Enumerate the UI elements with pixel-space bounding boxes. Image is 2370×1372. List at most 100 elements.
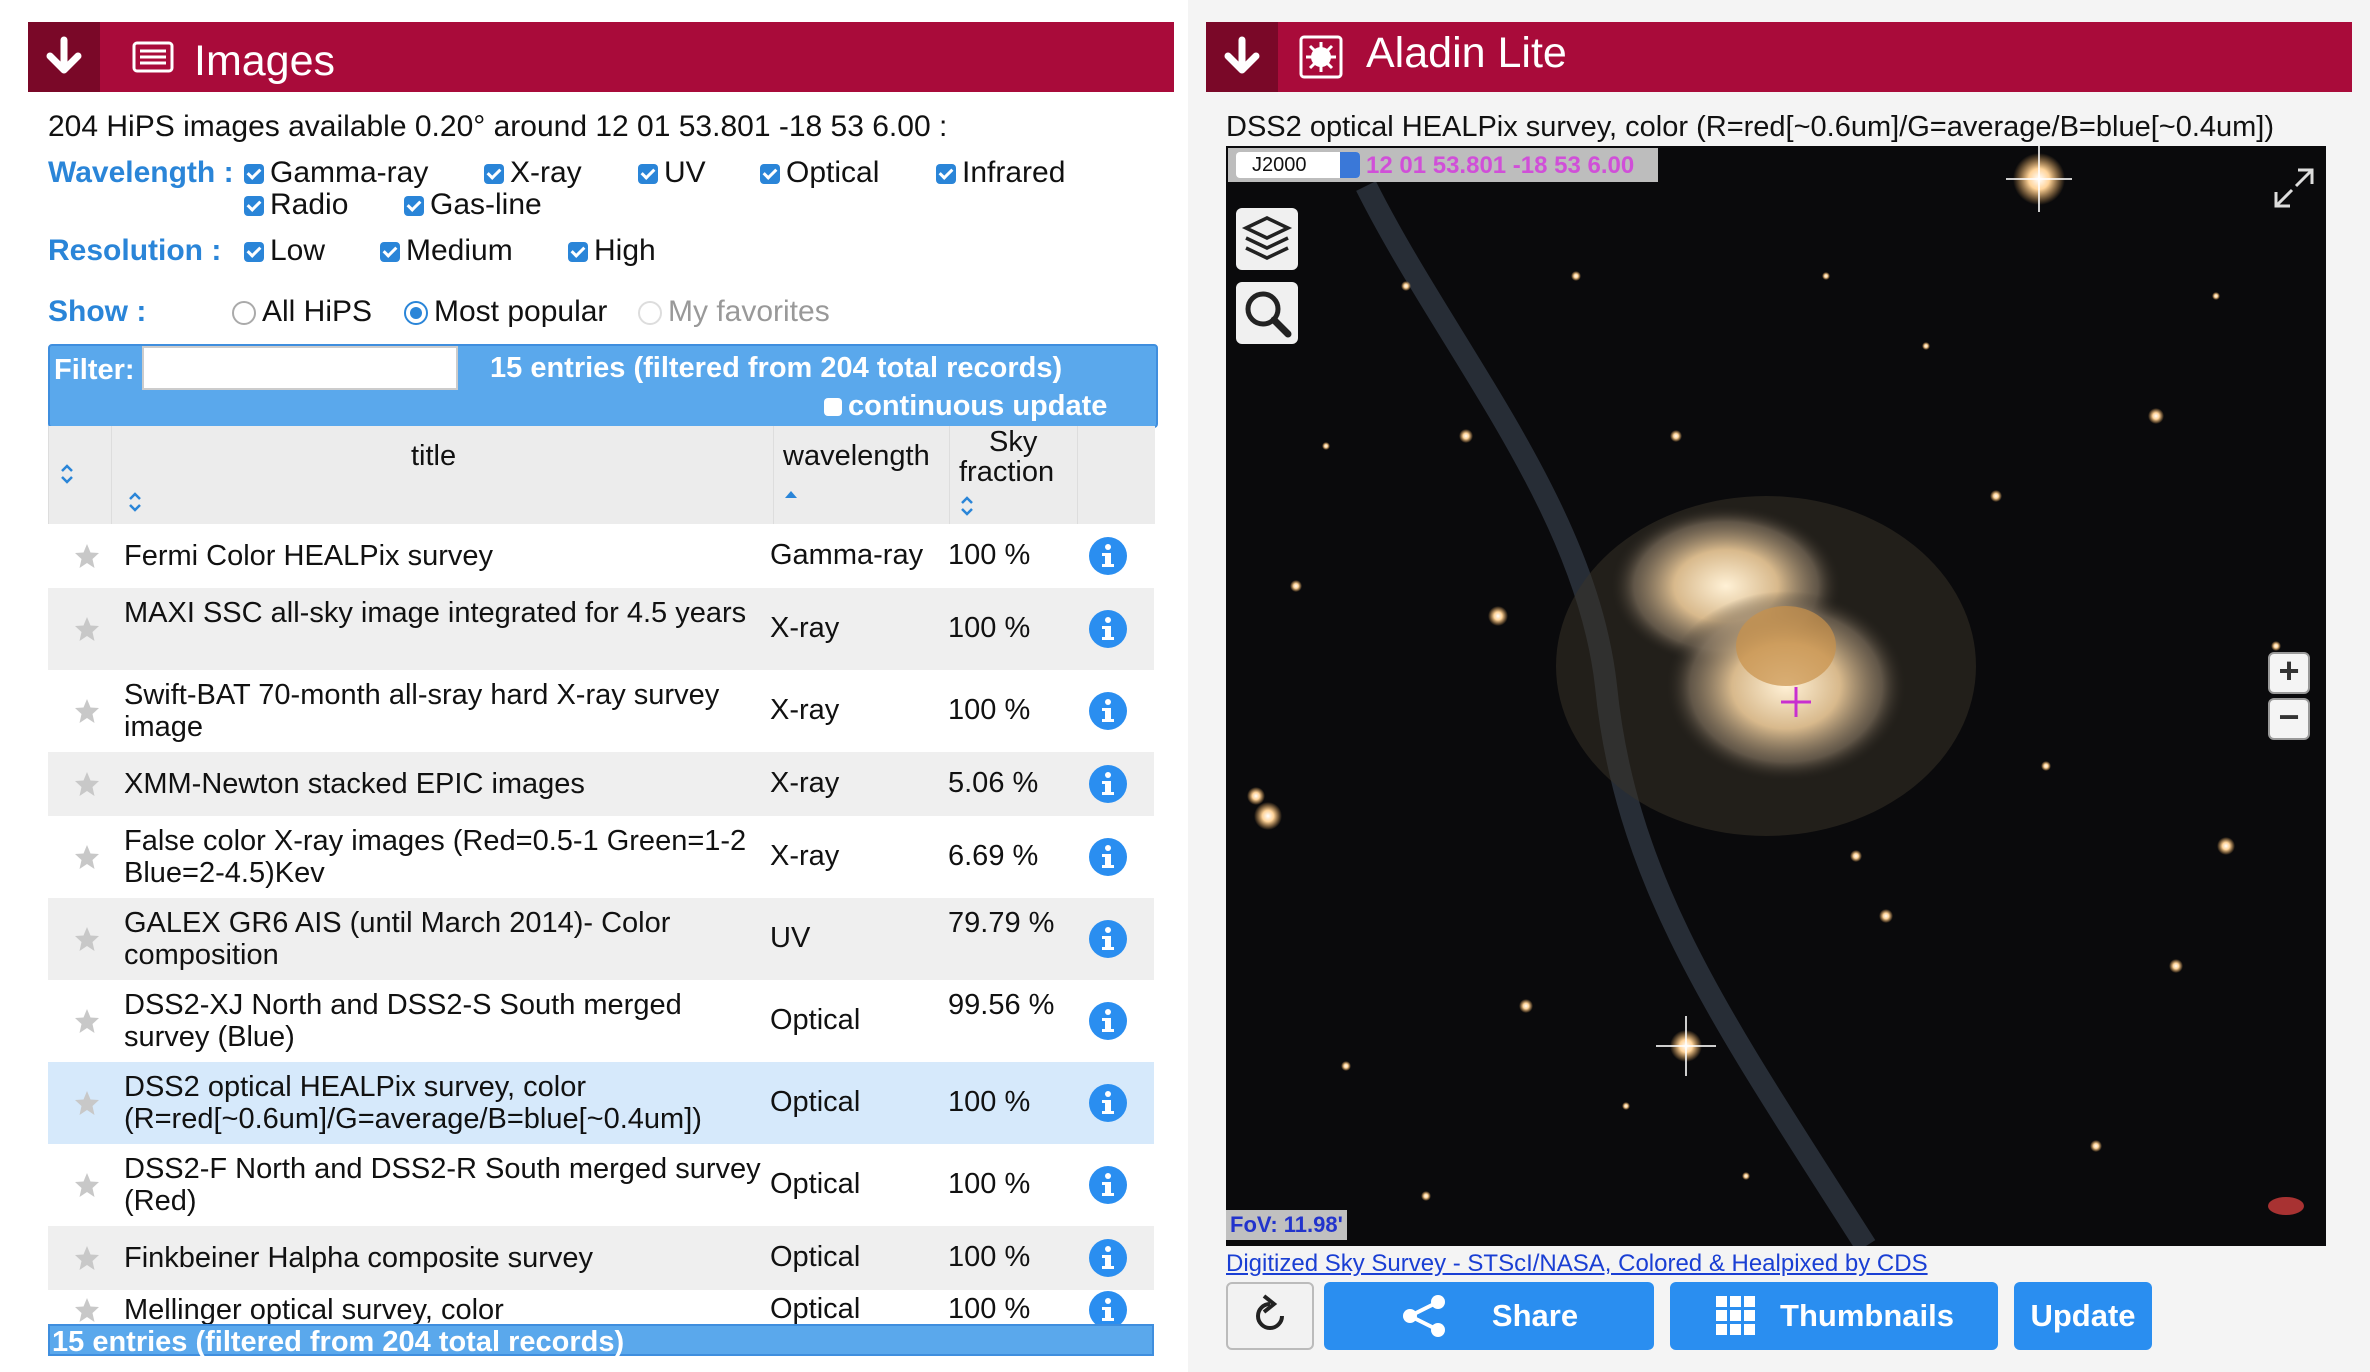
wl-gamma-checkbox[interactable]: Gamma-ray [244, 156, 428, 190]
row-title: DSS2 optical HEALPix survey, color (R=re… [124, 1071, 702, 1135]
filter-label: Filter: [54, 354, 135, 386]
col-fraction-label: fraction [959, 456, 1055, 488]
layers-button[interactable] [1236, 208, 1298, 270]
wl-gasline-checkbox[interactable]: Gas-line [404, 188, 542, 222]
info-icon[interactable] [1088, 1165, 1128, 1205]
continuous-update-checkbox[interactable]: continuous update [824, 390, 1107, 423]
table-row[interactable]: Swift-BAT 70-month all-sray hard X-ray s… [48, 670, 1154, 752]
update-button[interactable]: Update [2014, 1282, 2152, 1350]
thumbnails-button[interactable]: Thumbnails [1670, 1282, 1998, 1350]
images-header: Images [28, 22, 1174, 92]
zoom-in-button[interactable]: + [2268, 652, 2310, 694]
checkbox-checked-icon [244, 196, 264, 216]
images-panel: Images 204 HiPS images available 0.20° a… [0, 0, 1188, 1372]
wl-uv-checkbox[interactable]: UV [638, 156, 706, 190]
survey-credit-link[interactable]: Digitized Sky Survey - STScI/NASA, Color… [1226, 1250, 1928, 1278]
info-icon[interactable] [1088, 1290, 1128, 1328]
star-icon[interactable] [74, 1090, 100, 1116]
table-row[interactable]: Mellinger optical survey, color Optical 10… [48, 1290, 1154, 1328]
fullscreen-icon[interactable] [2272, 166, 2316, 210]
row-sky-fraction: 99.56 % [948, 989, 1055, 1021]
info-icon[interactable] [1088, 1001, 1128, 1041]
info-icon[interactable] [1088, 691, 1128, 731]
row-sky-fraction: 100 % [948, 1241, 1031, 1273]
table-row[interactable]: DSS2-XJ North and DSS2-S South merged su… [48, 980, 1154, 1062]
star-icon[interactable] [74, 698, 100, 724]
table-row[interactable]: GALEX GR6 AIS (until March 2014)- Color … [48, 898, 1154, 980]
table-row[interactable]: Finkbeiner Halpha composite survey Optica… [48, 1226, 1154, 1290]
images-table-body: Fermi Color HEALPix survey Gamma-ray 100 %… [48, 524, 1154, 1328]
col-fav-header[interactable] [49, 426, 112, 524]
aladin-logo-mark [2268, 1197, 2304, 1215]
wl-xray-checkbox[interactable]: X-ray [484, 156, 582, 190]
row-title: XMM-Newton stacked EPIC images [124, 768, 585, 800]
info-icon[interactable] [1088, 1238, 1128, 1278]
star-icon[interactable] [74, 771, 100, 797]
checkbox-checked-icon [568, 242, 588, 262]
col-wavelength-header[interactable]: wavelength [773, 426, 950, 524]
star-icon[interactable] [74, 543, 100, 569]
frame-select[interactable]: J2000 [1236, 152, 1360, 178]
info-icon[interactable] [1088, 764, 1128, 804]
share-icon [1402, 1295, 1445, 1337]
show-popular-radio[interactable]: Most popular [404, 295, 607, 329]
collapse-button[interactable] [1206, 22, 1278, 92]
star-icon[interactable] [74, 1008, 100, 1034]
sort-icon [961, 496, 973, 516]
col-title-header[interactable]: title [111, 426, 774, 524]
info-icon[interactable] [1088, 1083, 1128, 1123]
show-favorites-radio[interactable]: My favorites [638, 295, 830, 329]
star-icon[interactable] [74, 616, 100, 642]
wavelength-label: Wavelength : [48, 156, 234, 189]
search-button[interactable] [1236, 282, 1298, 344]
radio-selected-icon [404, 301, 428, 325]
coord-readout[interactable]: 12 01 53.801 -18 53 6.00 [1366, 152, 1634, 180]
info-icon[interactable] [1088, 609, 1128, 649]
star-icon[interactable] [74, 1172, 100, 1198]
star-icon[interactable] [74, 1297, 100, 1323]
table-row[interactable]: DSS2-F North and DSS2-R South merged sur… [48, 1144, 1154, 1226]
table-row[interactable]: MAXI SSC all-sky image integrated for 4.… [48, 588, 1154, 670]
sky-image [1247, 146, 2304, 1246]
row-title: Mellinger optical survey, color [124, 1294, 504, 1326]
table-row[interactable]: XMM-Newton stacked EPIC images X-ray 5.06 … [48, 752, 1154, 816]
star-icon[interactable] [74, 844, 100, 870]
wl-infrared-checkbox[interactable]: Infrared [936, 156, 1065, 190]
star-icon[interactable] [74, 1245, 100, 1271]
checkbox-checked-icon [638, 164, 658, 184]
row-title: Swift-BAT 70-month all-sray hard X-ray s… [124, 679, 720, 743]
sort-asc-icon [785, 491, 797, 498]
row-sky-fraction: 100 % [948, 539, 1031, 571]
show-all-radio[interactable]: All HiPS [232, 295, 372, 329]
aladin-logo-icon [1299, 35, 1343, 79]
zoom-out-button[interactable]: − [2268, 698, 2310, 740]
col-title-label: title [411, 440, 457, 472]
refresh-icon [1256, 1294, 1284, 1330]
star-icon[interactable] [74, 926, 100, 952]
table-row[interactable]: Fermi Color HEALPix survey Gamma-ray 100 % [48, 524, 1154, 588]
collapse-button[interactable] [28, 22, 100, 92]
reset-view-button[interactable] [1226, 1282, 1314, 1350]
checkbox-checked-icon [404, 196, 424, 216]
wl-optical-checkbox[interactable]: Optical [760, 156, 879, 190]
col-skyfraction-header[interactable]: Sky fraction [949, 426, 1078, 524]
row-sky-fraction: 100 % [948, 612, 1031, 644]
coord-bar: J2000 12 01 53.801 -18 53 6.00 [1228, 148, 1658, 182]
info-icon[interactable] [1088, 837, 1128, 877]
share-button[interactable]: Share [1324, 1282, 1654, 1350]
res-medium-checkbox[interactable]: Medium [380, 234, 513, 268]
filter-input[interactable] [142, 346, 458, 390]
radio-icon [232, 301, 256, 325]
res-low-checkbox[interactable]: Low [244, 234, 325, 268]
entries-footer: 15 entries (filtered from 204 total reco… [48, 1324, 1154, 1358]
col-wavelength-label: wavelength [783, 440, 930, 472]
res-high-checkbox[interactable]: High [568, 234, 656, 268]
info-icon[interactable] [1088, 919, 1128, 959]
wl-radio-checkbox[interactable]: Radio [244, 188, 348, 222]
sky-view[interactable]: J2000 12 01 53.801 -18 53 6.00 + − FoV: … [1226, 146, 2326, 1246]
table-row[interactable]: False color X-ray images (Red=0.5-1 Gree… [48, 816, 1154, 898]
row-sky-fraction: 5.06 % [948, 767, 1039, 799]
table-row[interactable]: DSS2 optical HEALPix survey, color (R=re… [48, 1062, 1154, 1144]
sort-icon [61, 464, 73, 484]
info-icon[interactable] [1088, 536, 1128, 576]
